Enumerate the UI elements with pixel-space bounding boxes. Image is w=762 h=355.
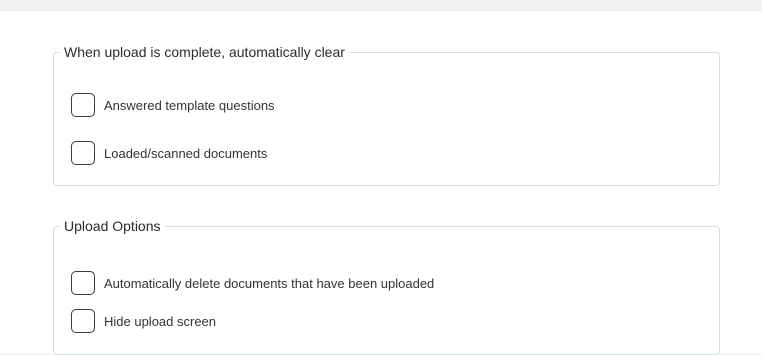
- auto-clear-group: When upload is complete, automatically c…: [53, 44, 720, 186]
- answered-template-questions-label[interactable]: Answered template questions: [104, 98, 275, 113]
- auto-delete-uploaded-label[interactable]: Automatically delete documents that have…: [104, 276, 434, 291]
- hide-upload-screen-option[interactable]: Hide upload screen: [71, 308, 216, 334]
- auto-clear-legend: When upload is complete, automatically c…: [64, 44, 345, 60]
- hide-upload-screen-label[interactable]: Hide upload screen: [104, 314, 216, 329]
- upload-options-legend: Upload Options: [64, 218, 161, 234]
- loaded-scanned-documents-option[interactable]: Loaded/scanned documents: [71, 140, 267, 166]
- settings-panel: When upload is complete, automatically c…: [0, 10, 762, 355]
- loaded-scanned-documents-label[interactable]: Loaded/scanned documents: [104, 146, 267, 161]
- auto-delete-uploaded-checkbox[interactable]: [71, 271, 95, 295]
- upload-options-group: Upload Options Automatically delete docu…: [53, 218, 720, 355]
- answered-template-questions-option[interactable]: Answered template questions: [71, 92, 275, 118]
- hide-upload-screen-checkbox[interactable]: [71, 309, 95, 333]
- loaded-scanned-documents-checkbox[interactable]: [71, 141, 95, 165]
- answered-template-questions-checkbox[interactable]: [71, 93, 95, 117]
- auto-delete-uploaded-option[interactable]: Automatically delete documents that have…: [71, 270, 434, 296]
